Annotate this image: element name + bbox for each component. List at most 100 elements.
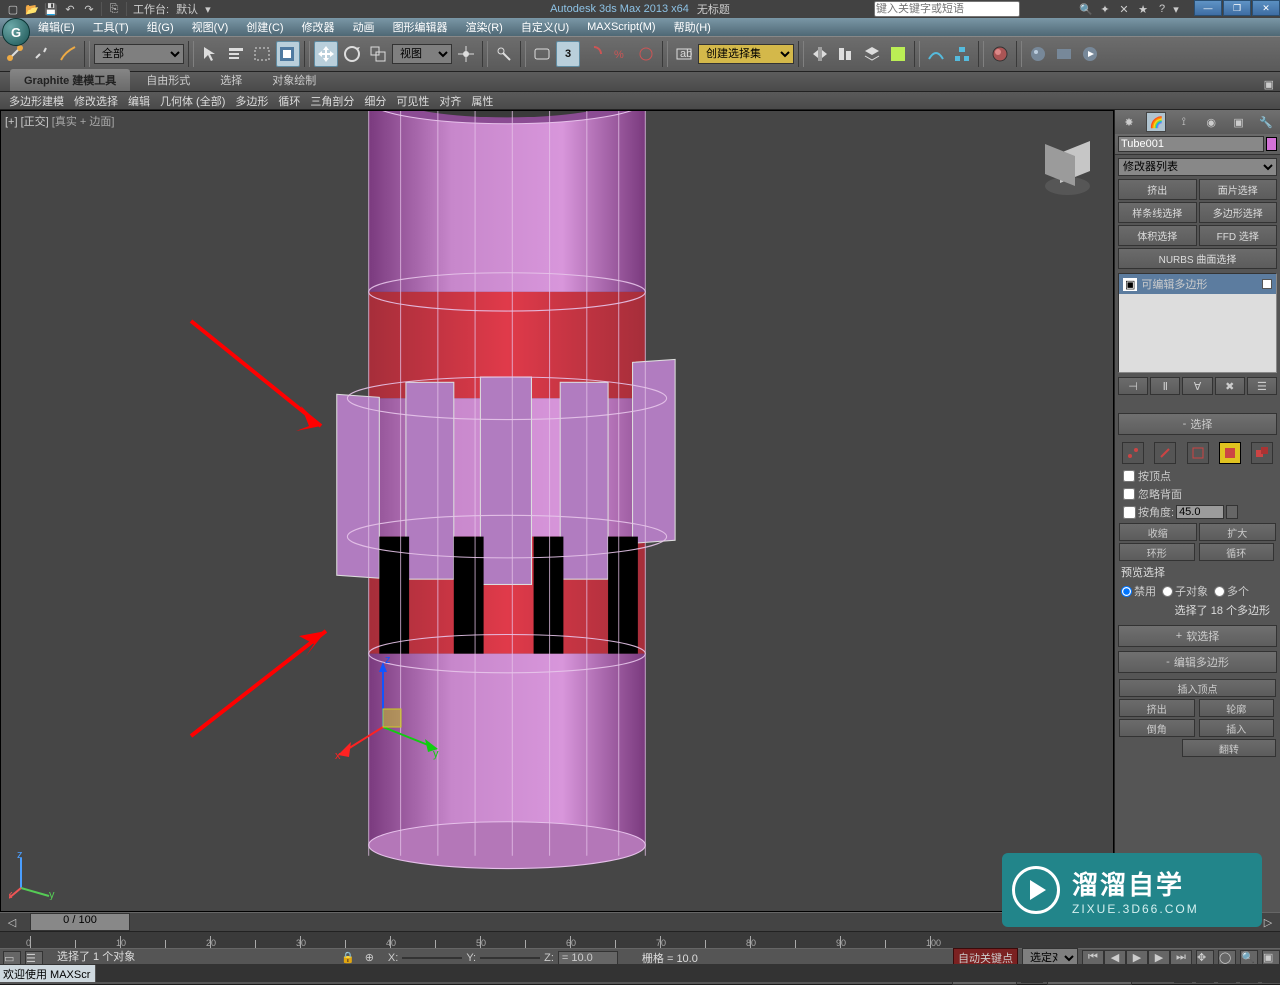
stack-item-editable-poly[interactable]: ▣可编辑多边形 (1119, 274, 1276, 294)
tab-create-icon[interactable]: ✸ (1119, 112, 1139, 132)
by-angle-checkbox[interactable] (1123, 506, 1136, 519)
qat-link-icon[interactable]: ⎘ (105, 1, 123, 17)
timeline-prev-icon[interactable]: ◁ (0, 916, 24, 929)
status-max-icon[interactable]: ☰ (25, 951, 43, 965)
qat-redo-icon[interactable]: ↷ (80, 1, 98, 17)
tab-hierarchy-icon[interactable]: ⟟ (1174, 112, 1194, 132)
qat-open-icon[interactable]: 📂 (23, 1, 41, 17)
r2-modsel[interactable]: 修改选择 (69, 91, 123, 111)
stack-showend-icon[interactable]: Ⅱ (1150, 377, 1180, 395)
absolute-mode-icon[interactable]: ⊕ (365, 951, 374, 964)
rollout-editpoly-header[interactable]: -编辑多边形 (1118, 651, 1277, 673)
mod-splinesel[interactable]: 样条线选择 (1118, 202, 1197, 223)
exchange-icon[interactable]: ✕ (1115, 1, 1133, 17)
mod-ffdsel[interactable]: FFD 选择 (1199, 225, 1278, 246)
render-setup-icon[interactable] (1026, 41, 1050, 67)
time-ruler[interactable]: /* ticks drawn below */ 0102030405060708… (0, 932, 1280, 948)
keyboard-shortcut-override-icon[interactable] (530, 41, 554, 67)
qat-new-icon[interactable]: ▢ (4, 1, 22, 17)
status-min-icon[interactable]: ▭ (3, 951, 21, 965)
tab-modify-icon[interactable]: 🌈 (1146, 112, 1166, 132)
workspace-dropdown-icon[interactable]: ▾ (202, 3, 214, 16)
workspace-name[interactable]: 默认 (173, 1, 201, 17)
edit-named-selection-icon[interactable]: ab (672, 41, 696, 67)
stack-delete-icon[interactable]: ✖ (1215, 377, 1245, 395)
ring-button[interactable]: 环形 (1119, 543, 1195, 561)
shrink-button[interactable]: 收缩 (1119, 523, 1197, 541)
object-name-input[interactable] (1118, 136, 1264, 152)
subobj-vertex-icon[interactable] (1122, 442, 1144, 464)
menu-maxscript[interactable]: MAXScript(M) (579, 19, 663, 35)
minimize-button[interactable]: — (1194, 0, 1222, 16)
render-production-icon[interactable] (1078, 41, 1102, 67)
viewport-mesh[interactable] (241, 111, 773, 911)
stack-unique-icon[interactable]: ∀ (1182, 377, 1212, 395)
menu-views[interactable]: 视图(V) (184, 17, 237, 37)
mod-extrude[interactable]: 挤出 (1118, 179, 1197, 200)
favorites-icon[interactable]: ★ (1134, 1, 1152, 17)
r2-edit[interactable]: 编辑 (123, 91, 155, 111)
qat-save-icon[interactable]: 💾 (42, 1, 60, 17)
tab-display-icon[interactable]: ▣ (1229, 112, 1249, 132)
viewport-label[interactable]: [+] [正交] [真实 + 边面] (5, 113, 114, 129)
listener-pink[interactable]: 欢迎使用 MAXScr (0, 965, 96, 982)
select-object-icon[interactable] (198, 41, 222, 67)
close-button[interactable]: ✕ (1252, 0, 1280, 16)
select-and-rotate-icon[interactable] (340, 41, 364, 67)
subobj-border-icon[interactable] (1187, 442, 1209, 464)
r2-geo[interactable]: 几何体 (全部) (155, 91, 230, 111)
subobj-edge-icon[interactable] (1154, 442, 1176, 464)
use-pivot-icon[interactable] (454, 41, 478, 67)
r2-props[interactable]: 属性 (466, 91, 498, 111)
tab-utilities-icon[interactable]: 🔧 (1256, 112, 1276, 132)
mod-nurbs[interactable]: NURBS 曲面选择 (1118, 248, 1277, 269)
r2-tri[interactable]: 三角剖分 (305, 91, 359, 111)
window-crossing-icon[interactable] (276, 41, 300, 67)
subobj-element-icon[interactable] (1251, 442, 1273, 464)
r2-subdiv[interactable]: 细分 (359, 91, 391, 111)
mirror-icon[interactable] (808, 41, 832, 67)
application-button[interactable]: G (2, 18, 30, 46)
modifier-list-select[interactable]: 修改器列表 (1118, 158, 1277, 176)
mod-facesel[interactable]: 面片选择 (1199, 179, 1278, 200)
menu-modifiers[interactable]: 修改器 (294, 17, 343, 37)
ignore-backfacing-checkbox[interactable] (1123, 488, 1135, 500)
bind-space-warp-icon[interactable] (56, 41, 80, 67)
inset-button[interactable]: 插入 (1199, 719, 1275, 737)
select-and-manipulate-icon[interactable] (492, 41, 516, 67)
percent-snap-icon[interactable]: % (608, 41, 632, 67)
rectangular-region-icon[interactable] (250, 41, 274, 67)
qat-undo-icon[interactable]: ↶ (61, 1, 79, 17)
menu-grapheditors[interactable]: 图形编辑器 (385, 17, 456, 37)
tab-motion-icon[interactable]: ◉ (1201, 112, 1221, 132)
stack-configure-icon[interactable]: ☰ (1247, 377, 1277, 395)
subobj-polygon-icon[interactable] (1219, 442, 1241, 464)
snaps-toggle-icon[interactable]: 3 (556, 41, 580, 67)
viewport[interactable]: [+] [正交] [真实 + 边面] z y x (0, 110, 1114, 912)
listener-output[interactable] (96, 965, 1280, 982)
grow-button[interactable]: 扩大 (1199, 523, 1277, 541)
extrude-button[interactable]: 挤出 (1119, 699, 1195, 717)
unlink-icon[interactable] (30, 41, 54, 67)
select-by-name-icon[interactable] (224, 41, 248, 67)
by-vertex-checkbox[interactable] (1123, 470, 1135, 482)
modifier-stack[interactable]: ▣可编辑多边形 (1118, 273, 1277, 373)
subscription-icon[interactable]: ✦ (1096, 1, 1114, 17)
coord-z-input[interactable]: = 10.0 (558, 951, 618, 965)
ribbon-expand-icon[interactable]: ▣ (1258, 78, 1280, 91)
menu-group[interactable]: 组(G) (139, 17, 182, 37)
schematic-view-icon[interactable] (950, 41, 974, 67)
material-editor-icon[interactable] (988, 41, 1012, 67)
align-icon[interactable] (834, 41, 858, 67)
flip-button[interactable]: 翻转 (1182, 739, 1276, 757)
preview-disable-radio[interactable] (1121, 586, 1132, 597)
object-color-swatch[interactable] (1266, 137, 1277, 151)
r2-poly[interactable]: 多边形 (230, 91, 273, 111)
selection-filter-select[interactable]: 全部 (94, 44, 184, 64)
help-search-input[interactable] (874, 1, 1020, 17)
rendered-frame-icon[interactable] (1052, 41, 1076, 67)
curve-editor-icon[interactable] (924, 41, 948, 67)
loop-button[interactable]: 循环 (1199, 543, 1275, 561)
mod-polysel[interactable]: 多边形选择 (1199, 202, 1278, 223)
maximize-button[interactable]: ❐ (1223, 0, 1251, 16)
